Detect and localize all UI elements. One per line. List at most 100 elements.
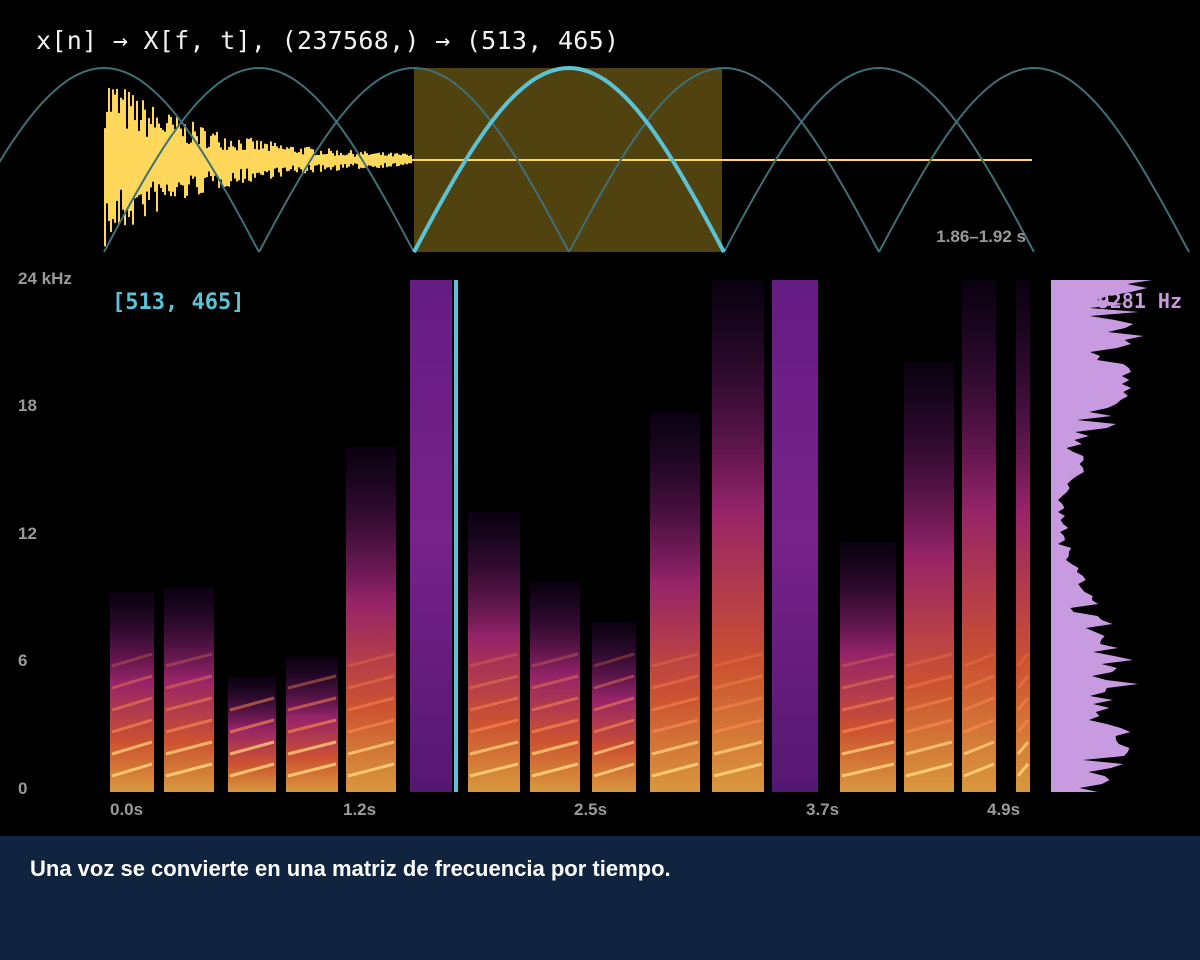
spectrogram-voiced-band [228,677,276,792]
spectrogram-voiced-band [468,512,520,792]
waveform-sample [216,131,218,176]
waveform-sample [174,129,176,197]
waveform-sample [258,149,260,173]
waveform-sample [152,106,154,182]
spectrogram-voiced-band [346,447,396,792]
band-energy [346,447,396,792]
frequency-slice-panel: 9281 Hz [1051,280,1182,792]
waveform-sample [142,100,144,205]
freq-tick-label: 6 [18,651,27,670]
waveform-sample [186,142,188,196]
band-energy [164,587,214,792]
spectrogram-voiced-band [962,280,996,792]
band-energy [468,512,520,792]
waveform-sample [338,155,340,171]
waveform-sample [180,128,182,185]
window-time-label: 1.86–1.92 s [936,227,1026,246]
caption-text: Una voz se convierte en una matriz de fr… [30,856,671,881]
waveform-sample [150,124,152,188]
waveform-sample [328,148,330,168]
waveform-sample [106,112,108,204]
frequency-slice-profile [1052,280,1153,792]
waveform-sample [228,147,230,187]
waveform-sample [274,142,276,169]
waveform-sample [272,146,274,177]
spectrogram-voiced-band [110,592,154,792]
time-axis: 0.0s 1.2s 2.5s 3.7s 4.9s [110,800,1020,819]
spectrogram-voiced-band [904,362,954,792]
waveform-sample [260,141,262,175]
freq-tick-label: 18 [18,396,37,415]
waveform-sample [206,148,208,178]
waveform-sample [292,147,294,166]
frequency-readout: 9281 Hz [1098,289,1182,313]
waveform-sample [130,106,132,211]
spectrogram-voiced-band [650,412,700,792]
spectrogram-voiced-band [712,280,764,792]
waveform-sample [252,141,254,174]
time-tick-label: 4.9s [987,800,1020,819]
waveform-sample [160,127,162,188]
band-energy [650,412,700,792]
waveform-sample [114,94,116,223]
waveform-sample [342,154,344,168]
time-tick-label: 1.2s [343,800,376,819]
waveform-sample [294,151,296,171]
waveform-sample [146,136,148,192]
waveform-sample [178,124,180,183]
band-energy [1016,280,1030,792]
waveform-sample [254,148,256,178]
time-tick-label: 2.5s [574,800,607,819]
cursor-index-label: [513, 465] [112,290,244,315]
spectrogram-voiced-band [530,582,580,792]
stft-visualization: 1.86–1.92 s [513, 465] 24 kHz 18 12 6 0 … [0,65,1190,819]
spectrogram-noise-band [410,280,452,792]
waveform-sample [302,154,304,173]
waveform-sample [236,150,238,182]
spectrogram-voiced-band [840,542,896,792]
band-energy [110,592,154,792]
waveform-sample [246,138,248,169]
band-energy [772,280,818,792]
waveform-sample [144,109,146,217]
waveform-sample [222,149,224,188]
waveform-sample [226,149,228,186]
waveform-sample [296,152,298,173]
waveform-sample [394,153,396,164]
waveform-sample [290,146,292,170]
waveform-sample [104,128,106,247]
band-energy [962,280,996,792]
waveform-sample [170,116,172,197]
waveform-sample [124,89,126,226]
waveform-sample [168,114,170,192]
waveform-sample [404,153,406,164]
waveform-sample [262,148,264,176]
waveform-sample [198,144,200,195]
freq-tick-label: 12 [18,524,37,543]
waveform-sample [386,155,388,168]
caption-band [0,836,1200,960]
waveform-sample [234,147,236,179]
spectrogram-voiced-band [164,587,214,792]
waveform-sample [220,147,222,180]
waveform-sample [264,143,266,172]
spectrogram-panel: [513, 465] 24 kHz 18 12 6 0 0.0s 1.2s 2.… [18,269,1032,819]
waveform-sample [350,150,352,164]
waveform-sample [156,117,158,212]
time-tick-label: 3.7s [806,800,839,819]
band-energy [840,542,896,792]
time-tick-label: 0.0s [110,800,143,819]
spectrogram-voiced-band [286,657,338,792]
waveform-sample [166,123,168,185]
waveform-sample [320,150,322,172]
waveform-sample [188,144,190,185]
band-energy [410,280,452,792]
waveform-sample [192,121,194,179]
waveform-sample [244,149,246,179]
waveform-sample [118,113,120,225]
waveform-sample [110,111,112,232]
waveform-sample [266,144,268,173]
spectrogram-voiced-band [592,622,636,792]
spectrogram-voiced-band [1016,280,1030,792]
waveform-sample [136,100,138,198]
